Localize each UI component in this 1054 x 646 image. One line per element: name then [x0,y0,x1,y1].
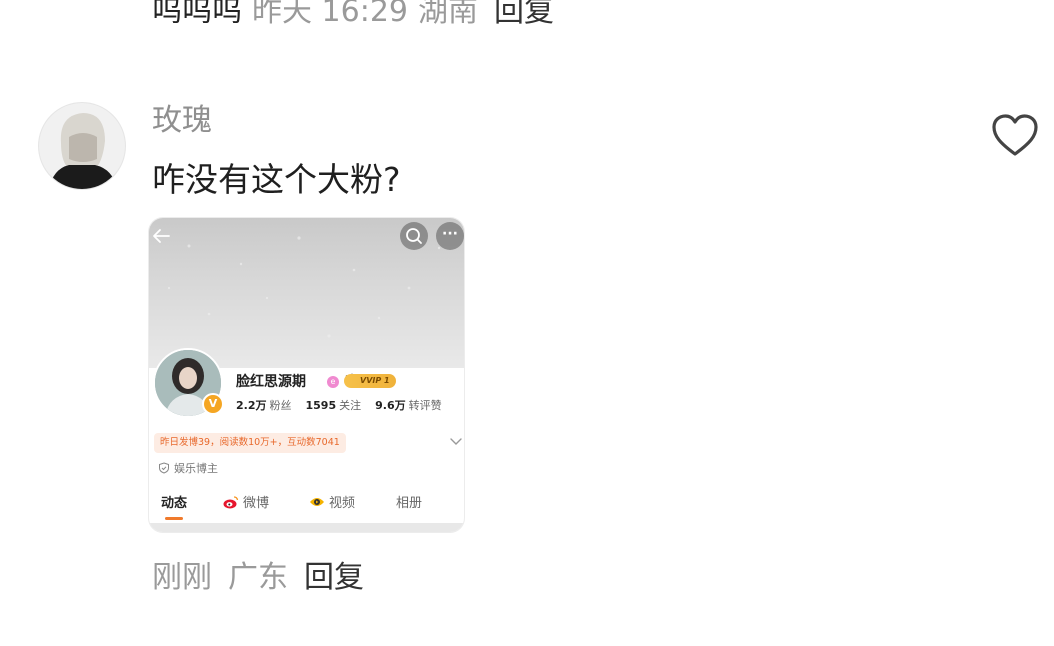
search-icon[interactable] [400,222,428,250]
embedded-profile-screenshot[interactable]: ··· V 脸红思源期 e VVIP 1 2.2万 粉丝 1595 关注 9.6万 转评赞… [149,218,464,532]
more-options-icon[interactable]: ··· [436,222,464,250]
tab-weibo-label: 微博 [243,496,270,511]
previous-comment-location: 湖南 [418,0,478,29]
video-icon [310,498,324,506]
tab-dynamics[interactable]: 动态 [161,492,187,516]
tab-video-label: 视频 [329,496,356,511]
member-badge-icon: e [327,376,339,388]
tab-video[interactable]: 视频 [309,492,355,516]
interactions-label: 转评赞 [408,399,442,412]
comment-text: 咋没有这个大粉? [152,160,401,199]
commenter-avatar[interactable] [38,102,126,190]
vvip-label: VVIP [360,376,382,385]
activity-summary: 昨日发博39，阅读数10万+，互动数7041 [154,433,346,453]
previous-reply-button[interactable]: 回复 [494,0,554,29]
comment-footer: 刚刚 广东 回复 [152,556,364,600]
comment-time: 刚刚 [152,560,212,595]
followers-label: 粉丝 [269,399,292,412]
profile-stats: 2.2万 粉丝 1595 关注 9.6万 转评赞 [236,398,456,414]
commenter-username[interactable]: 玫瑰 [152,100,212,142]
heart-outline-icon[interactable] [990,112,1040,160]
shield-check-icon [159,462,169,474]
reply-button[interactable]: 回复 [304,560,364,595]
verified-badge-icon: V [202,393,224,415]
tab-weibo[interactable]: 微博 [223,492,269,516]
comment-thread: 呜呜呜 昨天 16:29 湖南 回复 玫瑰 咋没有这个大粉? ··· V 脸红思… [0,0,1054,646]
profile-name: 脸红思源期 [236,374,306,390]
category-label: 娱乐博主 [174,462,218,475]
chevron-down-icon[interactable] [449,434,463,448]
following-label: 关注 [339,399,362,412]
vvip-level: 1 [384,376,390,385]
profile-category: 娱乐博主 [158,461,218,477]
vvip-badge: VVIP 1 [344,374,396,388]
profile-tabs: 动态 微博 视频 相册 [149,492,464,522]
previous-comment-text: 呜呜呜 [152,0,242,29]
avatar-image [39,103,125,189]
weibo-icon [223,496,239,509]
following-count[interactable]: 1595 [306,399,337,412]
tab-album[interactable]: 相册 [396,492,422,516]
active-tab-indicator [165,517,183,520]
back-arrow-icon[interactable] [149,224,173,248]
previous-comment-time: 昨天 16:29 [252,0,408,29]
comment-location: 广东 [228,560,288,595]
card-divider [149,523,464,532]
previous-comment: 呜呜呜 昨天 16:29 湖南 回复 [152,0,554,34]
interactions-count[interactable]: 9.6万 [375,399,406,412]
followers-count[interactable]: 2.2万 [236,399,267,412]
